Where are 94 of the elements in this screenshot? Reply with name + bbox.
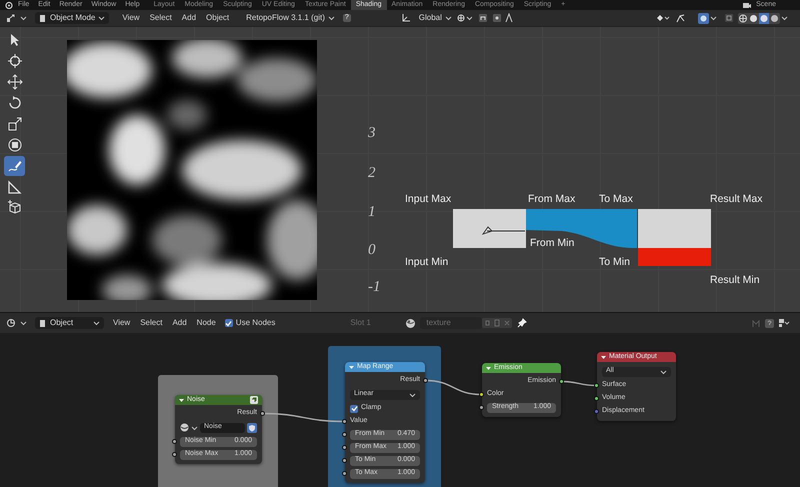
diagram-label: Input Max xyxy=(405,193,452,205)
collapse-icon[interactable] xyxy=(179,398,184,402)
diagram-label: Result Min xyxy=(710,274,760,286)
pivot-icon[interactable] xyxy=(456,13,472,23)
axis-mark: 2 xyxy=(368,165,376,181)
caret-icon xyxy=(98,15,106,21)
collapse-icon[interactable] xyxy=(601,354,606,360)
visibility-icon[interactable] xyxy=(656,13,670,23)
shading-modes-icon[interactable] xyxy=(738,12,790,24)
tool-button[interactable] xyxy=(4,156,25,176)
material-sphere-icon[interactable] xyxy=(405,318,416,328)
falloff-icon[interactable] xyxy=(504,13,513,23)
orientation-dropdown[interactable]: Global xyxy=(414,12,456,24)
axis-mark: 0 xyxy=(368,242,376,258)
node-group-icon[interactable] xyxy=(250,396,258,404)
socket-icon[interactable] xyxy=(594,383,599,388)
socket-icon[interactable] xyxy=(172,452,177,457)
pin-icon[interactable] xyxy=(517,318,528,328)
caret-icon xyxy=(660,368,667,374)
menu-item[interactable]: Object xyxy=(201,13,234,23)
socket-icon[interactable] xyxy=(342,458,347,463)
socket-icon[interactable] xyxy=(342,419,347,424)
socket-icon[interactable] xyxy=(172,439,177,444)
socket-icon[interactable] xyxy=(342,471,347,476)
socket-icon[interactable] xyxy=(423,378,428,383)
snap-icon[interactable] xyxy=(478,13,488,23)
diagram-label: Input Min xyxy=(405,256,448,268)
texture-icon[interactable] xyxy=(180,423,189,432)
overlay-icon[interactable] xyxy=(698,12,718,24)
editor-type-button[interactable] xyxy=(6,14,27,22)
collapse-icon[interactable] xyxy=(349,364,354,370)
axis-mark: -1 xyxy=(368,279,380,295)
scale-icon xyxy=(6,116,22,132)
collapse-icon[interactable] xyxy=(486,366,491,370)
diagram-label: Result Max xyxy=(710,193,763,205)
node-tools-icon[interactable] xyxy=(750,318,790,328)
menu-item[interactable]: Add xyxy=(176,13,202,23)
pen-icon xyxy=(6,158,22,174)
menu-item[interactable]: Select xyxy=(135,318,168,328)
menu-item[interactable]: Select xyxy=(144,13,177,23)
checkbox[interactable] xyxy=(224,319,233,327)
caret-icon xyxy=(444,15,452,21)
caret-icon xyxy=(328,15,335,21)
gizmo-icon[interactable] xyxy=(675,12,686,24)
slot-label: Slot 1 xyxy=(350,318,372,328)
axis-mark: 1 xyxy=(368,204,376,220)
cursor-icon xyxy=(6,53,22,69)
caret-icon xyxy=(93,320,100,326)
rotate-icon xyxy=(6,95,22,111)
cube-icon xyxy=(39,318,47,328)
socket-icon[interactable] xyxy=(342,445,347,450)
node-editor-icon xyxy=(6,318,16,328)
shield-icon[interactable] xyxy=(247,422,257,432)
caret-icon xyxy=(20,15,27,21)
node-link xyxy=(561,380,597,386)
xray-icon[interactable] xyxy=(724,13,734,23)
check-icon xyxy=(225,320,232,326)
app-logo-icon[interactable] xyxy=(4,1,13,9)
mode-dropdown[interactable]: Object Mode xyxy=(35,12,110,24)
add-cube-icon xyxy=(6,200,22,216)
axis-mark: 3 xyxy=(368,125,376,141)
checkbox-label: Use Nodes xyxy=(236,318,276,328)
socket-icon[interactable] xyxy=(260,411,265,416)
diagram-label: From Max xyxy=(528,193,576,205)
socket-icon[interactable] xyxy=(342,432,347,437)
menu-item[interactable]: View xyxy=(117,13,145,23)
diagram-label: To Max xyxy=(599,193,633,205)
caret-icon xyxy=(409,392,416,398)
hand-drawn-arrow xyxy=(482,226,526,234)
orientation-icon[interactable] xyxy=(400,13,411,23)
socket-icon[interactable] xyxy=(479,405,484,410)
checkbox[interactable] xyxy=(350,404,358,412)
diagram-label: From Min xyxy=(530,237,574,249)
menu-item[interactable]: View xyxy=(108,318,136,328)
addon-dropdown[interactable]: RetopoFlow 3.1.1 (git) xyxy=(242,12,339,24)
socket-icon[interactable] xyxy=(594,396,599,401)
socket-icon[interactable] xyxy=(479,392,484,397)
shader-type-dropdown[interactable]: Object xyxy=(35,317,104,329)
caret-icon xyxy=(191,424,198,430)
ruler-icon xyxy=(6,179,22,195)
diagram-label: To Min xyxy=(599,256,630,268)
menu-item[interactable]: Add xyxy=(167,318,192,328)
proportional-edit-icon[interactable] xyxy=(492,13,502,23)
scene-icon[interactable] xyxy=(742,1,752,9)
check-icon xyxy=(350,405,358,412)
editor-type-icon xyxy=(6,14,16,22)
socket-icon[interactable] xyxy=(559,379,564,384)
node-link xyxy=(425,380,482,396)
caret-icon xyxy=(20,320,27,326)
menu-item[interactable]: Node xyxy=(192,318,221,328)
editor-type-button[interactable] xyxy=(6,318,27,328)
cube-icon xyxy=(39,14,47,22)
move-icon xyxy=(6,74,22,90)
transform-icon xyxy=(6,137,22,153)
